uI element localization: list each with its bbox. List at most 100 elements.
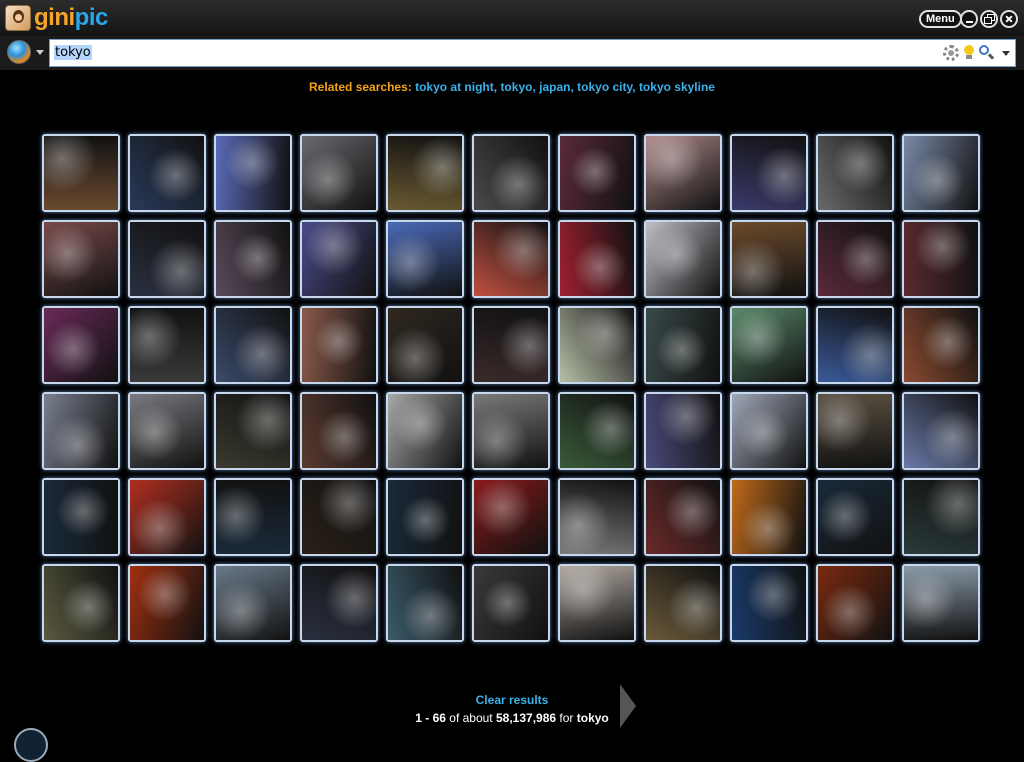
related-link[interactable]: tokyo <box>500 80 532 94</box>
thumbnail-image <box>130 566 204 640</box>
corner-globe-icon[interactable] <box>14 728 48 762</box>
image-thumbnail[interactable] <box>558 478 636 556</box>
thumbnail-image <box>474 222 548 296</box>
image-thumbnail[interactable] <box>472 306 550 384</box>
suggestion-bulb-icon[interactable] <box>961 45 977 61</box>
image-thumbnail[interactable] <box>128 134 206 212</box>
image-thumbnail[interactable] <box>730 392 808 470</box>
image-thumbnail[interactable] <box>300 564 378 642</box>
image-thumbnail[interactable] <box>902 564 980 642</box>
image-thumbnail[interactable] <box>300 478 378 556</box>
image-thumbnail[interactable] <box>816 220 894 298</box>
results-total: 58,137,986 <box>495 711 557 725</box>
image-thumbnail[interactable] <box>472 134 550 212</box>
image-thumbnail[interactable] <box>128 220 206 298</box>
image-thumbnail[interactable] <box>558 392 636 470</box>
image-thumbnail[interactable] <box>214 392 292 470</box>
image-thumbnail[interactable] <box>42 478 120 556</box>
image-thumbnail[interactable] <box>558 220 636 298</box>
image-thumbnail[interactable] <box>42 134 120 212</box>
image-thumbnail[interactable] <box>644 564 722 642</box>
thumbnail-image <box>44 136 118 210</box>
related-link[interactable]: tokyo city <box>577 80 632 94</box>
image-thumbnail[interactable] <box>644 134 722 212</box>
image-thumbnail[interactable] <box>386 306 464 384</box>
image-thumbnail[interactable] <box>472 564 550 642</box>
next-page-arrow-icon[interactable] <box>620 684 636 728</box>
search-options-dropdown-icon[interactable] <box>1002 51 1010 56</box>
image-thumbnail[interactable] <box>730 134 808 212</box>
image-thumbnail[interactable] <box>902 392 980 470</box>
image-thumbnail[interactable] <box>214 306 292 384</box>
image-thumbnail[interactable] <box>472 220 550 298</box>
thumbnail-image <box>904 136 978 210</box>
image-thumbnail[interactable] <box>816 392 894 470</box>
thumbnail-image <box>44 566 118 640</box>
image-thumbnail[interactable] <box>214 478 292 556</box>
image-thumbnail[interactable] <box>42 220 120 298</box>
image-thumbnail[interactable] <box>214 564 292 642</box>
related-link[interactable]: tokyo at night <box>415 80 494 94</box>
image-thumbnail[interactable] <box>902 134 980 212</box>
image-thumbnail[interactable] <box>816 134 894 212</box>
engine-dropdown-caret-icon[interactable] <box>36 50 44 55</box>
close-icon[interactable] <box>1000 10 1018 28</box>
search-toolbar: tokyo <box>0 36 1024 70</box>
search-magnifier-icon[interactable] <box>979 45 995 61</box>
image-thumbnail[interactable] <box>386 392 464 470</box>
image-thumbnail[interactable] <box>386 220 464 298</box>
image-thumbnail[interactable] <box>730 220 808 298</box>
image-thumbnail[interactable] <box>730 478 808 556</box>
image-thumbnail[interactable] <box>128 478 206 556</box>
image-thumbnail[interactable] <box>644 306 722 384</box>
image-thumbnail[interactable] <box>128 392 206 470</box>
image-thumbnail[interactable] <box>42 564 120 642</box>
image-thumbnail[interactable] <box>386 478 464 556</box>
search-engine-globe-icon[interactable] <box>7 40 31 64</box>
related-link[interactable]: tokyo skyline <box>639 80 715 94</box>
thumbnail-image <box>646 480 720 554</box>
image-thumbnail[interactable] <box>214 220 292 298</box>
related-link[interactable]: japan <box>539 80 570 94</box>
minimize-icon[interactable] <box>960 10 978 28</box>
search-input[interactable]: tokyo <box>52 42 936 64</box>
image-thumbnail[interactable] <box>300 306 378 384</box>
thumbnail-image <box>216 480 290 554</box>
image-thumbnail[interactable] <box>558 564 636 642</box>
image-thumbnail[interactable] <box>816 478 894 556</box>
search-box[interactable]: tokyo <box>49 39 1016 67</box>
image-thumbnail[interactable] <box>558 306 636 384</box>
image-thumbnail[interactable] <box>472 478 550 556</box>
settings-gear-icon[interactable] <box>943 45 959 61</box>
image-thumbnail[interactable] <box>816 306 894 384</box>
image-thumbnail[interactable] <box>300 392 378 470</box>
results-for: for <box>559 711 574 725</box>
app-logo[interactable]: ginipic <box>5 3 108 33</box>
image-thumbnail[interactable] <box>644 220 722 298</box>
restore-icon[interactable] <box>980 10 998 28</box>
image-thumbnail[interactable] <box>214 134 292 212</box>
image-thumbnail[interactable] <box>730 306 808 384</box>
image-thumbnail[interactable] <box>644 478 722 556</box>
thumbnail-image <box>560 308 634 382</box>
image-thumbnail[interactable] <box>128 306 206 384</box>
image-thumbnail[interactable] <box>902 478 980 556</box>
clear-results-link[interactable]: Clear results <box>476 693 549 707</box>
thumbnail-image <box>904 566 978 640</box>
image-thumbnail[interactable] <box>902 220 980 298</box>
image-thumbnail[interactable] <box>42 306 120 384</box>
image-thumbnail[interactable] <box>300 134 378 212</box>
image-thumbnail[interactable] <box>902 306 980 384</box>
image-thumbnail[interactable] <box>816 564 894 642</box>
image-thumbnail[interactable] <box>386 564 464 642</box>
image-thumbnail[interactable] <box>128 564 206 642</box>
image-thumbnail[interactable] <box>300 220 378 298</box>
image-thumbnail[interactable] <box>42 392 120 470</box>
menu-button[interactable]: Menu <box>919 10 962 28</box>
image-thumbnail[interactable] <box>386 134 464 212</box>
image-thumbnail[interactable] <box>558 134 636 212</box>
image-thumbnail[interactable] <box>472 392 550 470</box>
image-thumbnail[interactable] <box>730 564 808 642</box>
image-thumbnail[interactable] <box>644 392 722 470</box>
thumbnail-image <box>560 480 634 554</box>
